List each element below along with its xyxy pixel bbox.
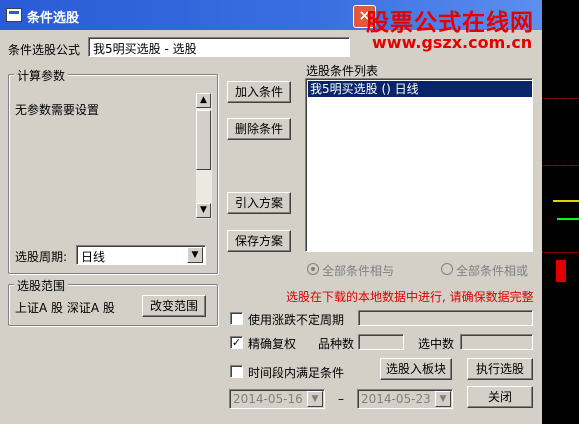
uncertain-period-checkbox[interactable]	[230, 312, 243, 325]
scroll-down-icon[interactable]: ▼	[196, 203, 211, 218]
to-block-button[interactable]: 选股入板块	[380, 358, 452, 380]
or-radio[interactable]	[441, 263, 453, 275]
close-button[interactable]: 关闭	[467, 386, 533, 408]
date-separator: –	[338, 392, 344, 406]
formula-label: 条件选股公式	[8, 43, 81, 57]
period-field	[358, 310, 533, 326]
time-range-checkbox[interactable]	[230, 365, 243, 378]
params-message: 无参数需要设置	[15, 103, 100, 117]
selected-label: 选中数	[418, 337, 455, 351]
watermark-title: 股票公式在线网	[366, 10, 534, 36]
count-label: 品种数	[318, 337, 355, 351]
list-item[interactable]: 我5明买选股 () 日线	[308, 81, 532, 97]
precise-restore-checkbox[interactable]: ✓	[230, 336, 243, 349]
chevron-down-icon[interactable]: ▼	[435, 391, 451, 407]
precise-restore-label: 精确复权	[248, 337, 297, 351]
chart-gridline	[540, 252, 579, 254]
range-value: 上证A 股 深证A 股	[15, 301, 115, 315]
delete-condition-button[interactable]: 删除条件	[227, 118, 291, 140]
import-scheme-button[interactable]: 引入方案	[227, 192, 291, 214]
or-label: 全部条件相或	[456, 264, 529, 278]
and-label: 全部条件相与	[322, 264, 395, 278]
watermark-url: www.gszx.com.cn	[372, 33, 533, 52]
window-title: 条件选股	[27, 11, 80, 26]
data-notice: 选股在下载的本地数据中进行, 请确保数据完整	[286, 290, 534, 304]
uncertain-period-label: 使用涨跌不定周期	[248, 313, 345, 327]
period-label: 选股周期:	[15, 250, 68, 264]
time-range-label: 时间段内满足条件	[248, 366, 345, 380]
chart-gridline	[540, 98, 579, 100]
range-group-label: 选股范围	[14, 277, 69, 294]
change-range-button[interactable]: 改变范围	[142, 295, 206, 317]
params-group-label: 计算参数	[14, 67, 69, 84]
formula-field[interactable]: 我5明买选股 - 选股	[88, 37, 350, 57]
chart-bar	[557, 218, 579, 220]
and-radio[interactable]	[307, 263, 319, 275]
window-icon	[6, 8, 22, 22]
scroll-up-icon[interactable]: ▲	[196, 93, 211, 108]
chevron-down-icon[interactable]: ▼	[187, 247, 203, 263]
chart-money-icon	[556, 260, 566, 282]
condition-list-label: 选股条件列表	[306, 64, 379, 78]
selected-field	[460, 334, 533, 350]
chart-background	[540, 0, 579, 424]
scroll-thumb[interactable]	[196, 110, 211, 170]
count-field	[358, 334, 404, 350]
chevron-down-icon[interactable]: ▼	[307, 391, 323, 407]
condition-list[interactable]: 我5明买选股 () 日线	[305, 78, 533, 252]
save-scheme-button[interactable]: 保存方案	[227, 230, 291, 252]
add-condition-button[interactable]: 加入条件	[227, 81, 291, 103]
execute-button[interactable]: 执行选股	[467, 358, 533, 380]
chart-gridline	[540, 165, 579, 167]
chart-bar	[553, 200, 579, 202]
